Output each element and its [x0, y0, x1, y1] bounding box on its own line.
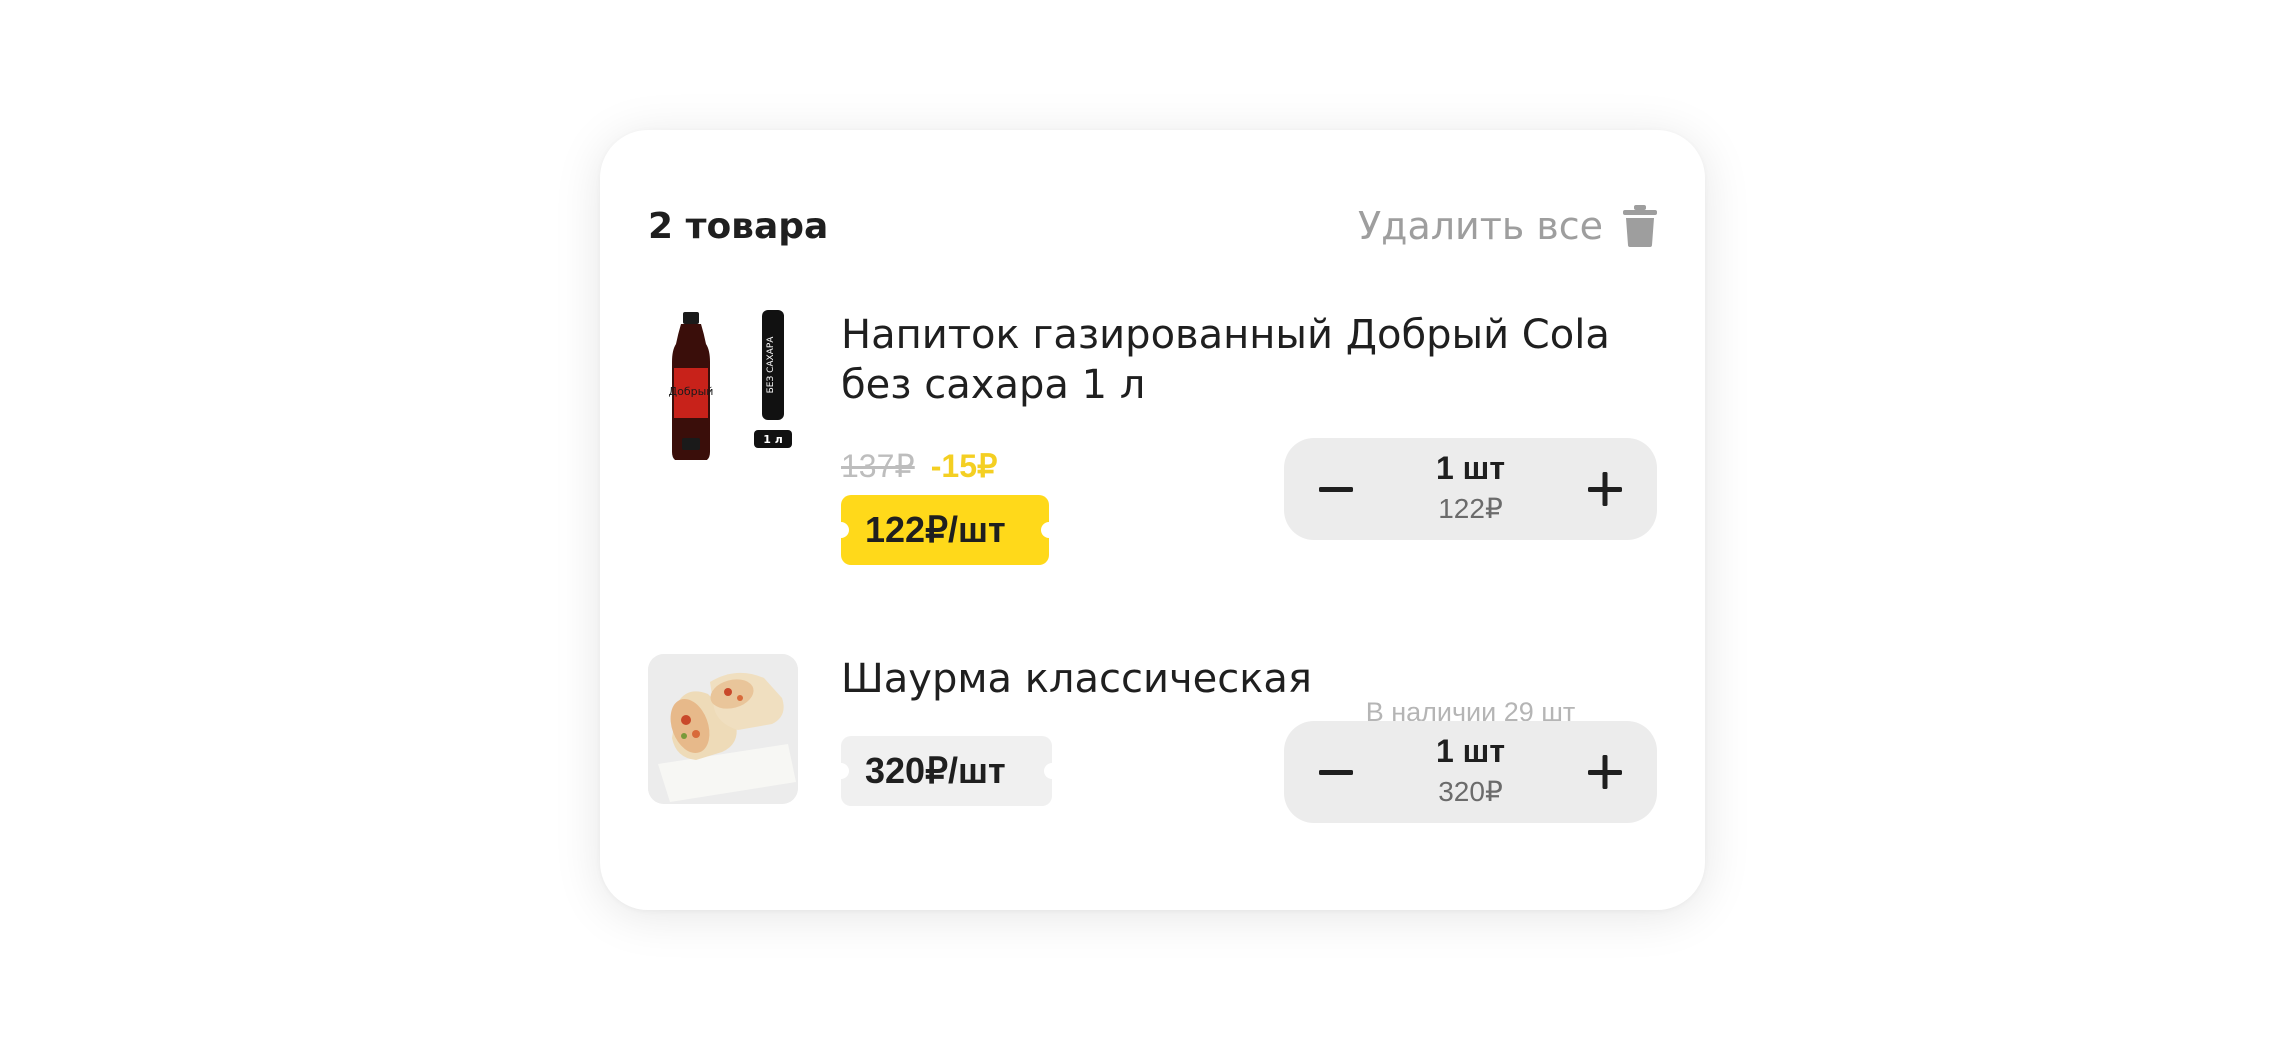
- product-name[interactable]: Напиток газированный Добрый Cola без сах…: [841, 310, 1691, 410]
- cola-bottle-image: Добрый БЕЗ САХАРА 1 л: [669, 310, 792, 460]
- old-price: 137₽: [841, 448, 915, 484]
- cart-item: Шаурма классическая 320₽/шт 1 шт 320₽: [648, 654, 1657, 844]
- unit-price-tag: 122₽/шт: [833, 495, 1057, 565]
- product-name[interactable]: Шаурма классическая: [841, 654, 1691, 704]
- delete-all-label: Удалить все: [1358, 204, 1603, 248]
- discount-amount: -15₽: [930, 448, 998, 484]
- plus-icon[interactable]: [1575, 742, 1635, 802]
- cola-brand-text: Добрый: [669, 385, 714, 398]
- price-discount-row: 137₽ -15₽: [841, 446, 997, 486]
- product-image-shawarma[interactable]: [648, 654, 798, 804]
- unit-price-tag: 320₽/шт: [833, 736, 1060, 806]
- product-image-cola[interactable]: Добрый БЕЗ САХАРА 1 л: [648, 310, 798, 460]
- delete-all-button[interactable]: Удалить все: [1358, 200, 1657, 252]
- volume-label: 1 л: [763, 433, 783, 446]
- quantity-stepper: 1 шт 122₽: [1284, 438, 1657, 540]
- cart-card: 2 товара Удалить все Добрый БЕЗ САХАРА 1…: [600, 130, 1705, 910]
- plus-icon[interactable]: [1575, 459, 1635, 519]
- cart-items-count: 2 товара: [648, 206, 829, 247]
- no-sugar-label: БЕЗ САХАРА: [766, 336, 776, 394]
- trash-icon: [1623, 205, 1657, 247]
- shawarma-image: [648, 654, 798, 804]
- quantity-stepper: 1 шт 320₽: [1284, 721, 1657, 823]
